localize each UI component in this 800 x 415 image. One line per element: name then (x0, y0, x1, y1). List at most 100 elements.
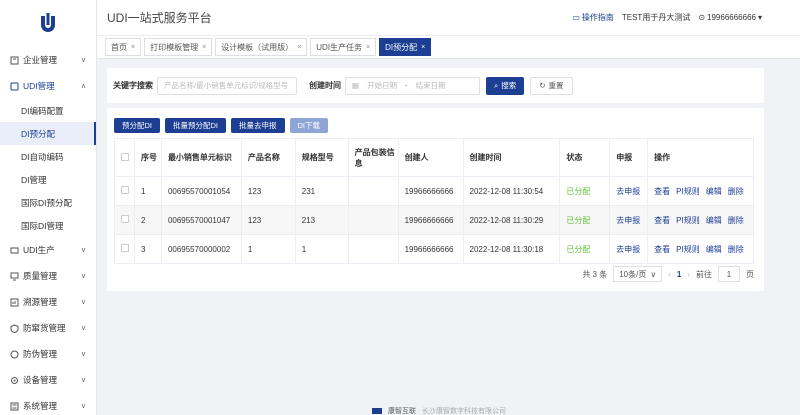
next-page-icon[interactable]: › (687, 270, 690, 279)
chevron-up-icon: ∧ (80, 83, 86, 90)
footer: 康智互联 长沙康智数字科技有限公司 (372, 406, 506, 415)
batch-prealloc-di-button[interactable]: 批量预分配DI (165, 118, 226, 133)
goto-input[interactable]: 1 (718, 266, 740, 282)
status-badge: 已分配 (566, 215, 591, 225)
reset-button-label: 重置 (548, 81, 564, 90)
di-download-button[interactable]: DI下载 (289, 118, 328, 133)
table-header-row: 序号 最小销售单元标识 产品名称 规格型号 产品包装信息 创建人 创建时间 状态… (114, 138, 754, 177)
sidebar-subitem-label: 国际DI管理 (21, 220, 64, 231)
pi-rule-link[interactable]: PI规则 (676, 187, 700, 196)
cell-package (347, 234, 399, 264)
sidebar-subitem-intl-di-prealloc[interactable]: 国际DI预分配 (0, 191, 96, 214)
footer-brand: 康智互联 (388, 408, 416, 415)
search-button[interactable]: ⌕ 搜索 (486, 76, 525, 95)
di-table: 序号 最小销售单元标识 产品名称 规格型号 产品包装信息 创建人 创建时间 状态… (114, 138, 754, 264)
sidebar-subitem-di-autocode[interactable]: DI自动编码 (0, 145, 96, 168)
column-header: 规格型号 (294, 138, 349, 177)
sidebar: 企业管理 ∨ UDI管理 ∧ DI编码配置 DI预分配 DI自动编码 DI管理 … (0, 0, 97, 415)
report-link[interactable]: 去申报 (616, 187, 640, 196)
cell-model: 213 (294, 205, 349, 235)
guide-link[interactable]: ▭ 操作指南 (572, 12, 614, 23)
pi-rule-link[interactable]: PI规则 (676, 245, 700, 254)
sidebar-subitem-di-prealloc[interactable]: DI预分配 (0, 122, 96, 145)
close-icon[interactable]: × (202, 44, 206, 51)
tab-print-template[interactable]: 打印模板管理 × (144, 38, 213, 56)
column-header: 申报 (609, 138, 649, 177)
sidebar-item-anti-diversion[interactable]: 防窜货管理 ∨ (0, 315, 96, 341)
cell-creator: 19966666666 (397, 176, 464, 206)
sidebar-item-label: 设备管理 (23, 375, 58, 385)
sidebar-item-anti-fake[interactable]: 防伪管理 ∨ (0, 341, 96, 367)
prev-page-icon[interactable]: ‹ (668, 270, 671, 279)
date-range-input[interactable]: ▦ 开始日期 - 结束日期 (345, 76, 480, 95)
report-link[interactable]: 去申报 (616, 245, 640, 254)
delete-link[interactable]: 删除 (728, 216, 744, 225)
sidebar-item-label: 防伪管理 (23, 349, 58, 359)
column-header: 最小销售单元标识 (160, 138, 242, 177)
chevron-down-icon: ∨ (80, 377, 86, 384)
sidebar-item-udi-management[interactable]: UDI管理 ∧ (0, 73, 96, 99)
end-date-placeholder: 结束日期 (415, 81, 446, 90)
cell-package (347, 205, 399, 235)
pi-rule-link[interactable]: PI规则 (676, 216, 700, 225)
row-checkbox[interactable] (121, 215, 129, 223)
view-link[interactable]: 查看 (654, 187, 670, 196)
view-link[interactable]: 查看 (654, 216, 670, 225)
sidebar-subitem-label: DI管理 (21, 174, 47, 185)
delete-link[interactable]: 删除 (728, 187, 744, 196)
close-icon[interactable]: × (297, 44, 301, 51)
search-button-label: 搜索 (501, 81, 517, 90)
tab-udi-production[interactable]: UDI生产任务 × (310, 38, 377, 56)
sidebar-item-system[interactable]: 系统管理 ∨ (0, 393, 96, 415)
logo (0, 0, 96, 47)
page-size-select[interactable]: 10条/页 ∨ (613, 266, 663, 282)
row-checkbox[interactable] (121, 186, 129, 194)
cell-index: 2 (133, 205, 162, 235)
tab-home[interactable]: 首页 × (105, 38, 142, 56)
sidebar-item-quality[interactable]: 质量管理 ∨ (0, 263, 96, 289)
gear-icon (9, 375, 19, 385)
page-number[interactable]: 1 (677, 270, 681, 279)
reset-button[interactable]: ↻ 重置 (530, 76, 573, 95)
cell-package (347, 176, 399, 206)
search-panel: 关键字搜索 产品名称/最小销售单元标识/规格型号 创建时间 ▦ 开始日期 - 结… (107, 68, 764, 103)
delete-link[interactable]: 删除 (728, 245, 744, 254)
edit-link[interactable]: 编辑 (706, 216, 722, 225)
start-date-placeholder: 开始日期 (367, 81, 398, 90)
sidebar-subitem-intl-di-management[interactable]: 国际DI管理 (0, 214, 96, 237)
chevron-down-icon: ∨ (80, 351, 86, 358)
cell-model: 1 (294, 234, 349, 264)
edit-link[interactable]: 编辑 (706, 187, 722, 196)
batch-report-button[interactable]: 批量去申报 (231, 118, 285, 133)
select-all-checkbox[interactable] (121, 152, 129, 161)
select-all-cell[interactable] (114, 138, 135, 177)
book-icon: ▭ (572, 13, 580, 22)
user-menu[interactable]: ⊙ 19966666666 ▾ (698, 13, 762, 22)
table-row: 3 00695570000002 1 1 19966666666 2022-12… (114, 234, 754, 264)
cell-index: 3 (133, 234, 162, 264)
sidebar-item-enterprise[interactable]: 企业管理 ∨ (0, 47, 96, 73)
caret-down-icon: ▾ (757, 13, 762, 22)
close-icon[interactable]: × (366, 44, 370, 51)
sidebar-item-device[interactable]: 设备管理 ∨ (0, 367, 96, 393)
row-checkbox[interactable] (121, 244, 129, 252)
report-link[interactable]: 去申报 (616, 216, 640, 225)
settings-icon (9, 401, 19, 411)
cell-created-time: 2022-12-08 11:30:29 (462, 205, 561, 235)
tab-di-prealloc[interactable]: DI预分配 × (379, 38, 432, 56)
sidebar-item-udi-production[interactable]: UDI生产 ∨ (0, 237, 96, 263)
sidebar-subitem-di-config[interactable]: DI编码配置 (0, 99, 96, 122)
chevron-down-icon: ∨ (80, 325, 86, 332)
view-link[interactable]: 查看 (654, 245, 670, 254)
sidebar-subitem-di-management[interactable]: DI管理 (0, 168, 96, 191)
total-count: 共 3 条 (582, 269, 608, 279)
tenant-name: TEST用于丹大测试 (621, 13, 691, 22)
edit-link[interactable]: 编辑 (706, 245, 722, 254)
keyword-input[interactable]: 产品名称/最小销售单元标识/规格型号 (157, 76, 297, 95)
prealloc-di-button[interactable]: 预分配DI (114, 118, 160, 133)
tab-design-template[interactable]: 设计模板（试用版） × (215, 38, 308, 56)
column-header: 操作 (647, 138, 754, 177)
sidebar-item-trace[interactable]: 溯源管理 ∨ (0, 289, 96, 315)
close-icon[interactable]: × (421, 44, 425, 51)
close-icon[interactable]: × (131, 44, 135, 51)
